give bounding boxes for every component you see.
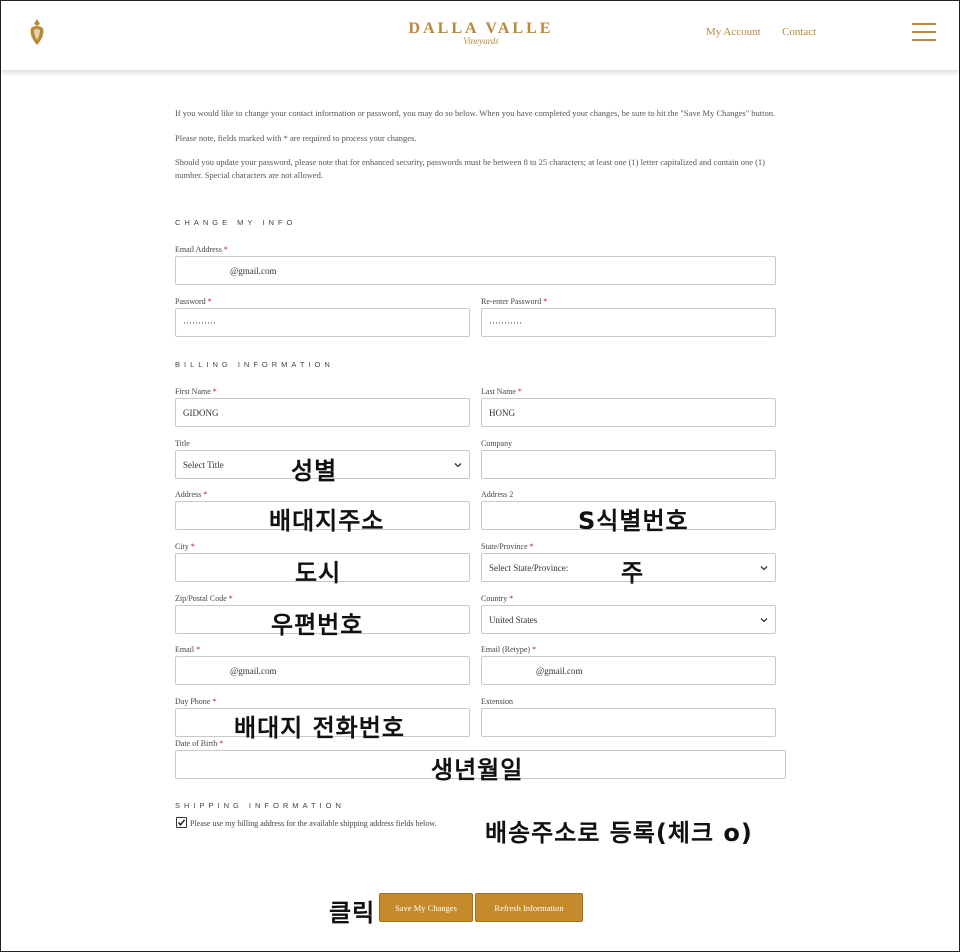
company-input[interactable] <box>481 450 776 479</box>
intro-paragraph-2: Please note, fields marked with * are re… <box>175 132 417 143</box>
section-title-change-info: CHANGE MY INFO <box>175 218 297 227</box>
annotation-city: 도시 <box>295 559 342 587</box>
annotation-gender: 성별 <box>291 457 338 485</box>
logo-icon[interactable] <box>27 18 47 48</box>
first-name-label: First Name * <box>175 387 217 396</box>
annotation-address: 배대지주소 <box>269 507 385 535</box>
reenter-password-input[interactable]: ··········· <box>481 308 776 337</box>
country-select-value: United States <box>489 614 538 625</box>
save-changes-button[interactable]: Save My Changes <box>379 893 473 922</box>
last-name-input[interactable]: HONG <box>481 398 776 427</box>
email-retype-label: Email (Retype) * <box>481 645 537 654</box>
email-input[interactable]: @gmail.com <box>175 656 470 685</box>
reenter-password-label: Re-enter Password * <box>481 297 548 306</box>
dob-label: Date of Birth * <box>175 739 224 748</box>
company-label: Company <box>481 439 513 448</box>
section-title-shipping: SHIPPING INFORMATION <box>175 801 345 810</box>
checkmark-icon <box>177 819 186 826</box>
last-name-label: Last Name * <box>481 387 522 396</box>
password-input[interactable]: ··········· <box>175 308 470 337</box>
extension-label: Extension <box>481 697 513 706</box>
intro-text: If you would like to change your contact… <box>175 107 787 181</box>
intro-paragraph-3: Should you update your password, please … <box>175 157 766 180</box>
extension-input[interactable] <box>481 708 776 737</box>
intro-paragraph-1: If you would like to change your contact… <box>175 108 776 118</box>
address-label: Address * <box>175 490 208 499</box>
password-label: Password * <box>175 297 212 306</box>
email-retype-input[interactable]: @gmail.com <box>481 656 776 685</box>
annotation-state: 주 <box>621 559 645 587</box>
state-select-value: Select State/Province: <box>489 562 569 573</box>
first-name-input[interactable]: GIDONG <box>175 398 470 427</box>
day-phone-label: Day Phone * <box>175 697 217 706</box>
city-label: City * <box>175 542 195 551</box>
email-address-label: Email Address * <box>175 245 228 254</box>
annotation-phone: 배대지 전화번호 <box>234 714 405 742</box>
title-label: Title <box>175 439 190 448</box>
country-select[interactable]: United States <box>481 605 776 634</box>
country-label: Country * <box>481 594 514 603</box>
shipping-checkbox-label: Please use my billing address for the av… <box>190 819 437 828</box>
zip-label: Zip/Postal Code * <box>175 594 233 603</box>
my-account-link[interactable]: My Account <box>706 26 761 38</box>
title-select-value: Select Title <box>183 459 224 470</box>
site-header: DALLA VALLE Vineyards My Account Contact <box>1 1 959 70</box>
chevron-down-icon <box>760 565 768 570</box>
annotation-shipping: 배송주소로 등록(체크 o) <box>485 819 753 847</box>
email-address-input[interactable]: @gmail.com <box>175 256 776 285</box>
hamburger-menu-icon[interactable] <box>912 23 936 41</box>
annotation-zip: 우편번호 <box>271 611 364 639</box>
state-label: State/Province * <box>481 542 534 551</box>
annotation-dob: 생년월일 <box>431 756 524 784</box>
annotation-click: 클릭 <box>329 899 376 927</box>
shipping-same-checkbox[interactable] <box>176 817 187 828</box>
address2-label: Address 2 <box>481 490 514 499</box>
annotation-address2: S식별번호 <box>578 507 689 535</box>
chevron-down-icon <box>760 617 768 622</box>
chevron-down-icon <box>454 462 462 467</box>
section-title-billing: BILLING INFORMATION <box>175 360 334 369</box>
refresh-information-button[interactable]: Refresh Information <box>475 893 583 922</box>
contact-link[interactable]: Contact <box>782 26 816 38</box>
email-label: Email * <box>175 645 201 654</box>
brand-logo[interactable]: DALLA VALLE Vineyards <box>381 20 581 46</box>
